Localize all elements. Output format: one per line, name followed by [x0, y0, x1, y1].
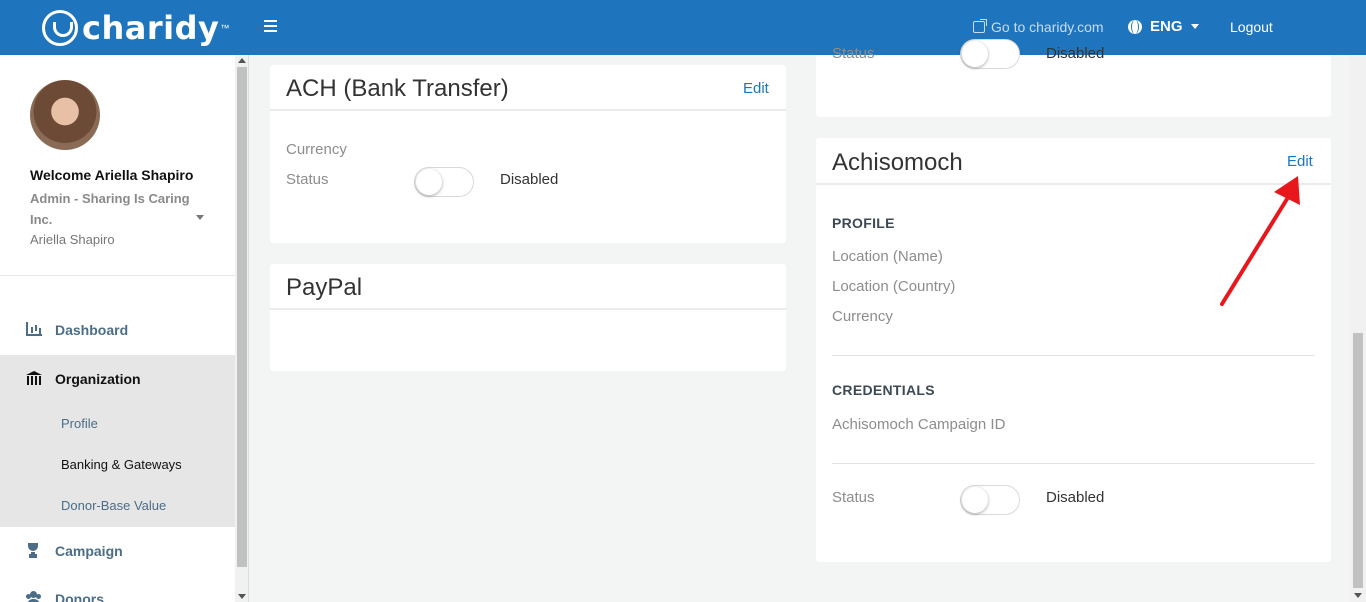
logo-trademark: ™ — [220, 23, 230, 33]
ach-panel: ACH (Bank Transfer) Edit Currency Status… — [270, 65, 786, 243]
sidebar-item-label: Donors — [55, 590, 104, 602]
status-label: Status — [832, 489, 875, 506]
scroll-down-arrow-icon[interactable] — [1354, 593, 1362, 598]
sidebar-item-organization[interactable]: Organization — [0, 358, 235, 399]
achisomoch-status-toggle[interactable] — [960, 485, 1020, 515]
charidy-logo[interactable]: charidy ™ — [42, 9, 229, 47]
organization-section: Organization Profile Banking & Gateways … — [0, 355, 235, 527]
gateway-status-value: Disabled — [1046, 45, 1105, 62]
sidebar-subitem-banking-gateways[interactable]: Banking & Gateways — [61, 457, 182, 472]
bank-icon — [26, 371, 42, 385]
external-link-icon — [973, 19, 987, 33]
hamburger-menu-icon[interactable] — [264, 20, 277, 32]
bar-chart-icon — [26, 322, 42, 336]
scroll-up-arrow-icon[interactable] — [238, 58, 246, 63]
sidebar-item-campaign[interactable]: Campaign — [0, 530, 235, 571]
role-text: Admin - Sharing Is Caring Inc. — [30, 191, 190, 227]
account-dropdown-caret-icon[interactable] — [196, 215, 204, 220]
location-name-label: Location (Name) — [832, 248, 943, 265]
section-divider — [832, 355, 1315, 356]
campaign-id-label: Achisomoch Campaign ID — [832, 416, 1006, 433]
go-to-charidy-label: Go to charidy.com — [991, 19, 1104, 35]
sidebar-item-donors[interactable]: Donors — [0, 578, 235, 602]
achisomoch-panel: Achisomoch Edit PROFILE Location (Name) … — [816, 138, 1331, 562]
paypal-title: PayPal — [286, 274, 363, 301]
gateway-status-toggle[interactable] — [960, 39, 1020, 69]
section-divider — [832, 463, 1315, 464]
gateway-card-partial: Status Disabled — [816, 39, 1331, 117]
achisomoch-status-value: Disabled — [1046, 489, 1105, 506]
page-scrollbar[interactable] — [1350, 55, 1366, 602]
currency-label: Currency — [832, 308, 893, 325]
logout-link[interactable]: Logout — [1230, 19, 1273, 35]
language-dropdown[interactable]: ENG — [1128, 18, 1199, 35]
panel-divider — [270, 109, 786, 111]
sidebar: Welcome Ariella Shapiro Admin - Sharing … — [0, 55, 235, 602]
credentials-section-heading: CREDENTIALS — [832, 382, 935, 398]
globe-icon — [1128, 19, 1142, 34]
status-label: Status — [832, 45, 875, 62]
profile-section-heading: PROFILE — [832, 215, 895, 231]
status-label: Status — [286, 171, 329, 188]
welcome-text: Welcome Ariella Shapiro — [30, 167, 194, 183]
ach-status-value: Disabled — [500, 171, 559, 188]
achisomoch-edit-link[interactable]: Edit — [1287, 153, 1313, 170]
ach-status-toggle[interactable] — [414, 167, 474, 197]
sidebar-scrollbar[interactable] — [235, 55, 249, 602]
sidebar-subitem-profile[interactable]: Profile — [61, 416, 98, 431]
users-icon — [26, 591, 42, 602]
sidebar-divider — [0, 275, 235, 276]
scroll-down-arrow-icon[interactable] — [238, 594, 246, 599]
top-navbar: charidy ™ Go to charidy.com ENG Logout — [0, 0, 1366, 55]
go-to-charidy-link[interactable]: Go to charidy.com — [973, 19, 1104, 35]
trophy-icon — [26, 543, 42, 557]
username-text: Ariella Shapiro — [30, 232, 115, 247]
sidebar-item-label: Organization — [55, 370, 141, 387]
sidebar-item-dashboard[interactable]: Dashboard — [0, 309, 235, 350]
achisomoch-title: Achisomoch — [832, 149, 963, 176]
panel-divider — [816, 183, 1331, 185]
panel-divider — [270, 308, 786, 310]
ach-edit-link[interactable]: Edit — [743, 80, 769, 97]
sidebar-item-label: Campaign — [55, 542, 123, 559]
charidy-heart-logo-icon — [42, 10, 78, 46]
scrollbar-thumb[interactable] — [237, 67, 247, 567]
logo-text: charidy — [82, 9, 220, 47]
currency-label: Currency — [286, 141, 347, 158]
sidebar-subitem-donor-base-value[interactable]: Donor-Base Value — [61, 498, 166, 513]
language-label: ENG — [1150, 18, 1183, 35]
avatar — [30, 80, 100, 150]
ach-title: ACH (Bank Transfer) — [286, 75, 509, 102]
chevron-down-icon — [1190, 24, 1199, 29]
location-country-label: Location (Country) — [832, 278, 956, 295]
scrollbar-thumb[interactable] — [1353, 333, 1363, 588]
paypal-panel: PayPal — [270, 264, 786, 371]
sidebar-item-label: Dashboard — [55, 321, 129, 338]
